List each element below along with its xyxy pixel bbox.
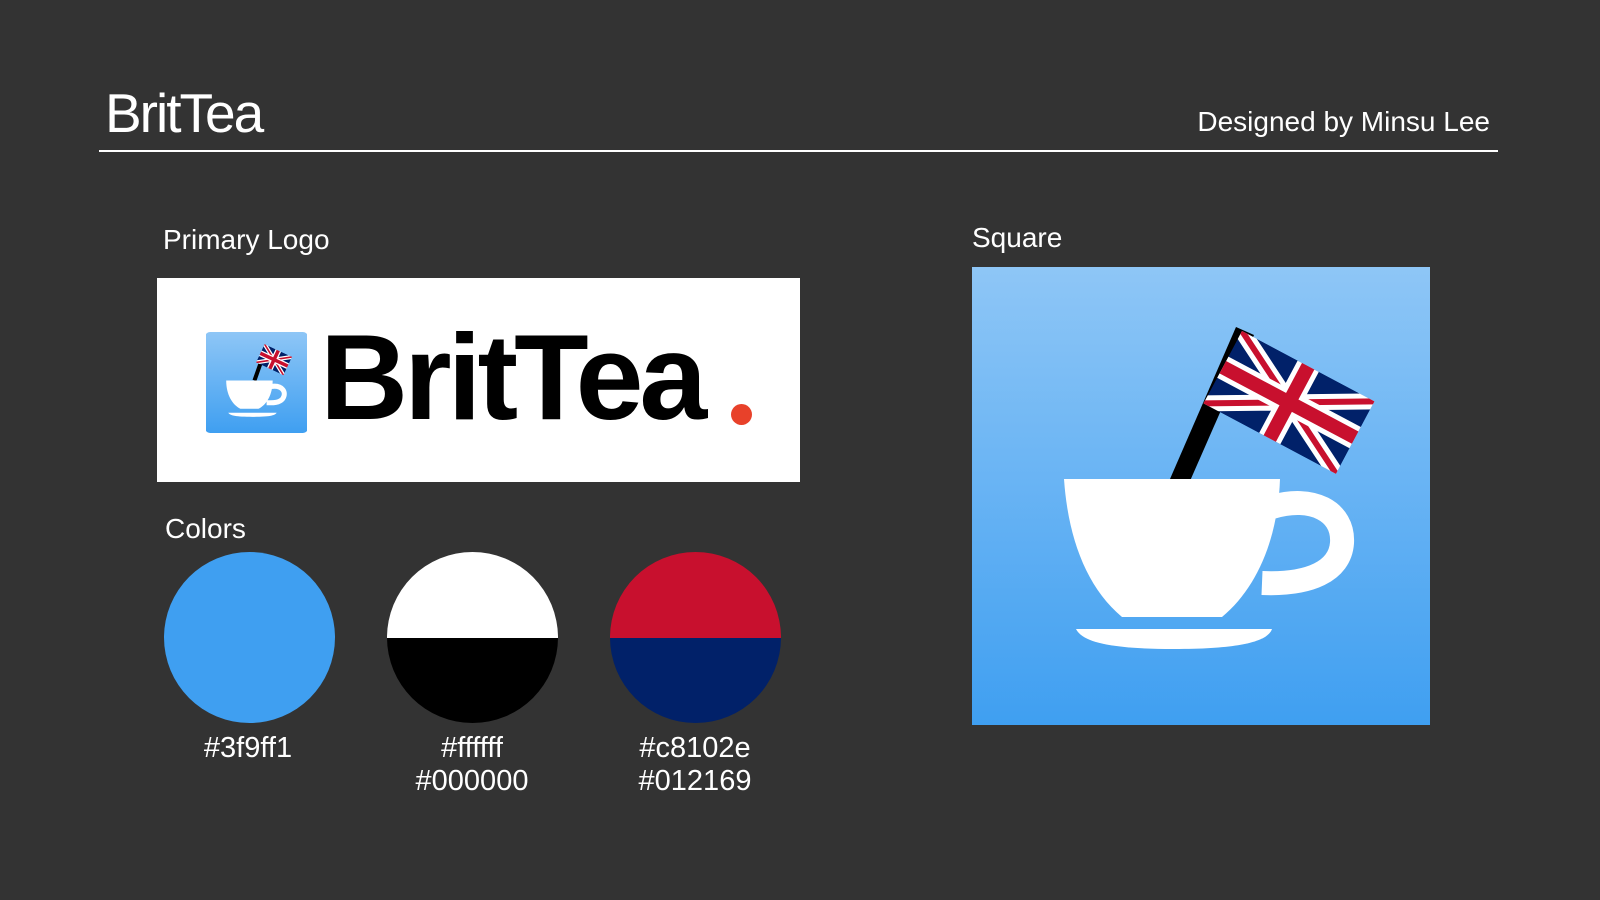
swatch-top — [387, 552, 558, 638]
logo-wordmark: BritTea — [320, 309, 707, 445]
logo-dot — [731, 404, 752, 425]
hex-line: #012169 — [638, 765, 752, 797]
primary-logo-panel: BritTea — [157, 278, 800, 482]
square-logo — [972, 267, 1430, 725]
teacup-flag-icon — [972, 267, 1430, 725]
swatch-top — [610, 552, 781, 638]
primary-logo-label: Primary Logo — [163, 224, 330, 255]
teacup-flag-icon — [206, 332, 307, 433]
color-code-red-navy: #c8102e #012169 — [575, 732, 815, 798]
swatch-bottom — [387, 637, 558, 723]
hex-line: #000000 — [415, 765, 529, 797]
color-code-blue: #3f9ff1 — [128, 732, 368, 765]
color-swatch-white-black — [387, 552, 558, 723]
hex-line: #3f9ff1 — [203, 732, 293, 764]
swatch-bottom — [164, 637, 335, 723]
designer-credit: Designed by Minsu Lee — [1197, 106, 1490, 137]
color-swatch-blue — [164, 552, 335, 723]
swatch-bottom — [610, 637, 781, 723]
page-title: BritTea — [105, 82, 264, 144]
hex-line: #ffffff — [441, 732, 503, 764]
color-swatch-red-navy — [610, 552, 781, 723]
hex-line: #c8102e — [639, 732, 751, 764]
square-label: Square — [972, 222, 1063, 253]
header-divider — [99, 150, 1498, 152]
color-code-white-black: #ffffff #000000 — [352, 732, 592, 798]
colors-label: Colors — [165, 513, 246, 544]
swatch-top — [164, 552, 335, 638]
app-icon — [205, 332, 308, 433]
